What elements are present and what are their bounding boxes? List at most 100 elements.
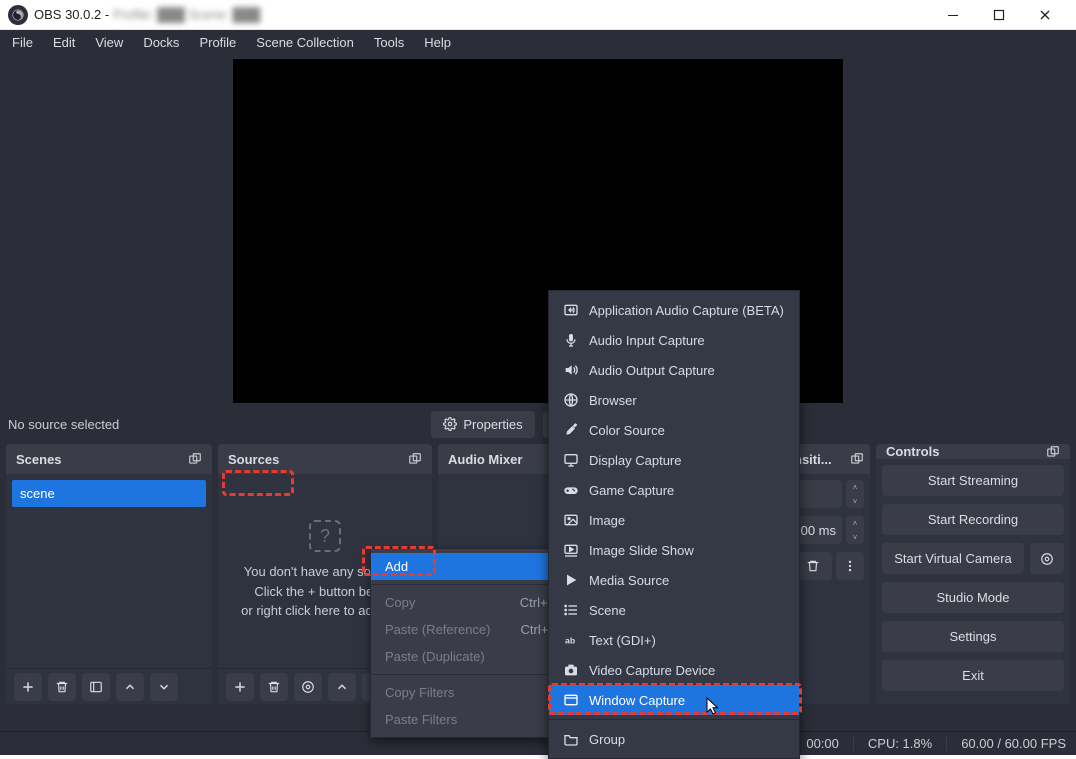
- globe-icon: [563, 392, 579, 408]
- menu-view[interactable]: View: [85, 33, 133, 52]
- add-scene-button[interactable]: [14, 673, 42, 701]
- add-source-submenu: Application Audio Capture (BETA) Audio In…: [548, 290, 800, 759]
- context-paste-filters-label: Paste Filters: [385, 712, 457, 727]
- gear-icon: [443, 417, 457, 431]
- source-type-label: Image: [589, 513, 625, 528]
- source-type-game-capture[interactable]: Game Capture: [549, 475, 799, 505]
- gamepad-icon: [563, 482, 579, 498]
- source-type-image[interactable]: Image: [549, 505, 799, 535]
- context-copy-filters-item[interactable]: Copy Filters: [371, 679, 571, 706]
- context-copy-label: Copy: [385, 595, 415, 610]
- audio-mixer-title: Audio Mixer: [448, 452, 522, 467]
- source-type-media-source[interactable]: Media Source: [549, 565, 799, 595]
- start-recording-button[interactable]: Start Recording: [882, 504, 1064, 535]
- exit-button[interactable]: Exit: [882, 660, 1064, 691]
- app-audio-icon: [563, 302, 579, 318]
- no-source-label: No source selected: [8, 417, 423, 432]
- source-type-video-capture-device[interactable]: Video Capture Device: [549, 655, 799, 685]
- source-type-text-gdi[interactable]: abText (GDI+): [549, 625, 799, 655]
- scenes-dock: Scenes scene: [6, 444, 212, 704]
- context-add-item[interactable]: Add ▶: [371, 553, 571, 580]
- source-type-label: Text (GDI+): [589, 633, 656, 648]
- undock-icon[interactable]: [1046, 445, 1060, 459]
- menu-docks[interactable]: Docks: [133, 33, 189, 52]
- menu-edit[interactable]: Edit: [43, 33, 85, 52]
- source-type-audio-output-capture[interactable]: Audio Output Capture: [549, 355, 799, 385]
- source-type-label: Audio Output Capture: [589, 363, 715, 378]
- controls-title: Controls: [886, 444, 939, 459]
- source-type-label: Audio Input Capture: [589, 333, 705, 348]
- move-scene-up-button[interactable]: [116, 673, 144, 701]
- obs-logo-icon: [8, 5, 28, 25]
- context-paste-dup-label: Paste (Duplicate): [385, 649, 485, 664]
- context-paste-filters-item[interactable]: Paste Filters: [371, 706, 571, 733]
- source-type-group[interactable]: Group: [549, 724, 799, 754]
- folder-icon: [563, 731, 579, 747]
- menu-help[interactable]: Help: [414, 33, 461, 52]
- remove-scene-button[interactable]: [48, 673, 76, 701]
- add-source-button[interactable]: [226, 673, 254, 701]
- menu-profile[interactable]: Profile: [189, 33, 246, 52]
- menu-tools[interactable]: Tools: [364, 33, 414, 52]
- list-icon: [563, 602, 579, 618]
- transition-menu-button[interactable]: [836, 552, 864, 580]
- scene-item[interactable]: scene: [12, 480, 206, 507]
- source-toolbar: No source selected Properties Filters: [0, 404, 1076, 444]
- window-titlebar: OBS 30.0.2 - Profile: ███ Scene: ███: [0, 0, 1076, 30]
- studio-mode-button[interactable]: Studio Mode: [882, 582, 1064, 613]
- context-paste-ref-label: Paste (Reference): [385, 622, 491, 637]
- source-type-label: Group: [589, 732, 625, 747]
- sources-context-menu: Add ▶ Copy Ctrl+C Paste (Reference) Ctrl…: [370, 548, 572, 738]
- source-type-display-capture[interactable]: Display Capture: [549, 445, 799, 475]
- mic-icon: [563, 332, 579, 348]
- context-paste-reference-item[interactable]: Paste (Reference) Ctrl+V: [371, 616, 571, 643]
- transition-select-spin[interactable]: ˄˅: [846, 480, 864, 508]
- source-type-browser[interactable]: Browser: [549, 385, 799, 415]
- transition-duration-input[interactable]: 00 ms: [794, 516, 842, 544]
- start-virtual-camera-button[interactable]: Start Virtual Camera: [882, 543, 1024, 574]
- window-title-extra: Profile: ███ Scene: ███: [113, 7, 260, 22]
- undock-icon[interactable]: [850, 452, 864, 466]
- context-paste-duplicate-item[interactable]: Paste (Duplicate): [371, 643, 571, 670]
- source-type-label: Media Source: [589, 573, 669, 588]
- source-type-window-capture[interactable]: Window Capture: [549, 685, 799, 715]
- scene-transitions-dock: nsiti... ˄˅ 00 ms ˄˅: [788, 444, 870, 704]
- move-source-up-button[interactable]: [328, 673, 356, 701]
- source-properties-button[interactable]: [294, 673, 322, 701]
- transition-duration-spin[interactable]: ˄˅: [846, 516, 864, 544]
- context-copy-filters-label: Copy Filters: [385, 685, 454, 700]
- properties-button[interactable]: Properties: [431, 411, 534, 438]
- source-type-scene[interactable]: Scene: [549, 595, 799, 625]
- source-type-application-audio-capture-beta[interactable]: Application Audio Capture (BETA): [549, 295, 799, 325]
- source-type-color-source[interactable]: Color Source: [549, 415, 799, 445]
- settings-button[interactable]: Settings: [882, 621, 1064, 652]
- slideshow-icon: [563, 542, 579, 558]
- preview-area: [0, 54, 1076, 404]
- undock-icon[interactable]: [408, 452, 422, 466]
- move-scene-down-button[interactable]: [150, 673, 178, 701]
- image-icon: [563, 512, 579, 528]
- source-type-label: Video Capture Device: [589, 663, 715, 678]
- controls-dock: Controls Start Streaming Start Recording…: [876, 444, 1070, 704]
- window-minimize-button[interactable]: [930, 0, 976, 30]
- source-type-label: Display Capture: [589, 453, 682, 468]
- source-type-label: Image Slide Show: [589, 543, 694, 558]
- scene-filter-button[interactable]: [82, 673, 110, 701]
- source-type-image-slide-show[interactable]: Image Slide Show: [549, 535, 799, 565]
- transition-select[interactable]: [794, 480, 842, 508]
- window-title: OBS 30.0.2 -: [34, 7, 109, 22]
- undock-icon[interactable]: [188, 452, 202, 466]
- window-close-button[interactable]: [1022, 0, 1068, 30]
- status-cpu: CPU: 1.8%: [853, 736, 932, 751]
- speaker-icon: [563, 362, 579, 378]
- virtual-camera-settings-button[interactable]: [1030, 543, 1064, 574]
- no-sources-icon: ?: [309, 520, 341, 552]
- menu-scene-collection[interactable]: Scene Collection: [246, 33, 364, 52]
- start-streaming-button[interactable]: Start Streaming: [882, 465, 1064, 496]
- source-type-audio-input-capture[interactable]: Audio Input Capture: [549, 325, 799, 355]
- window-icon: [563, 692, 579, 708]
- window-maximize-button[interactable]: [976, 0, 1022, 30]
- context-copy-item[interactable]: Copy Ctrl+C: [371, 589, 571, 616]
- menu-file[interactable]: File: [2, 33, 43, 52]
- remove-source-button[interactable]: [260, 673, 288, 701]
